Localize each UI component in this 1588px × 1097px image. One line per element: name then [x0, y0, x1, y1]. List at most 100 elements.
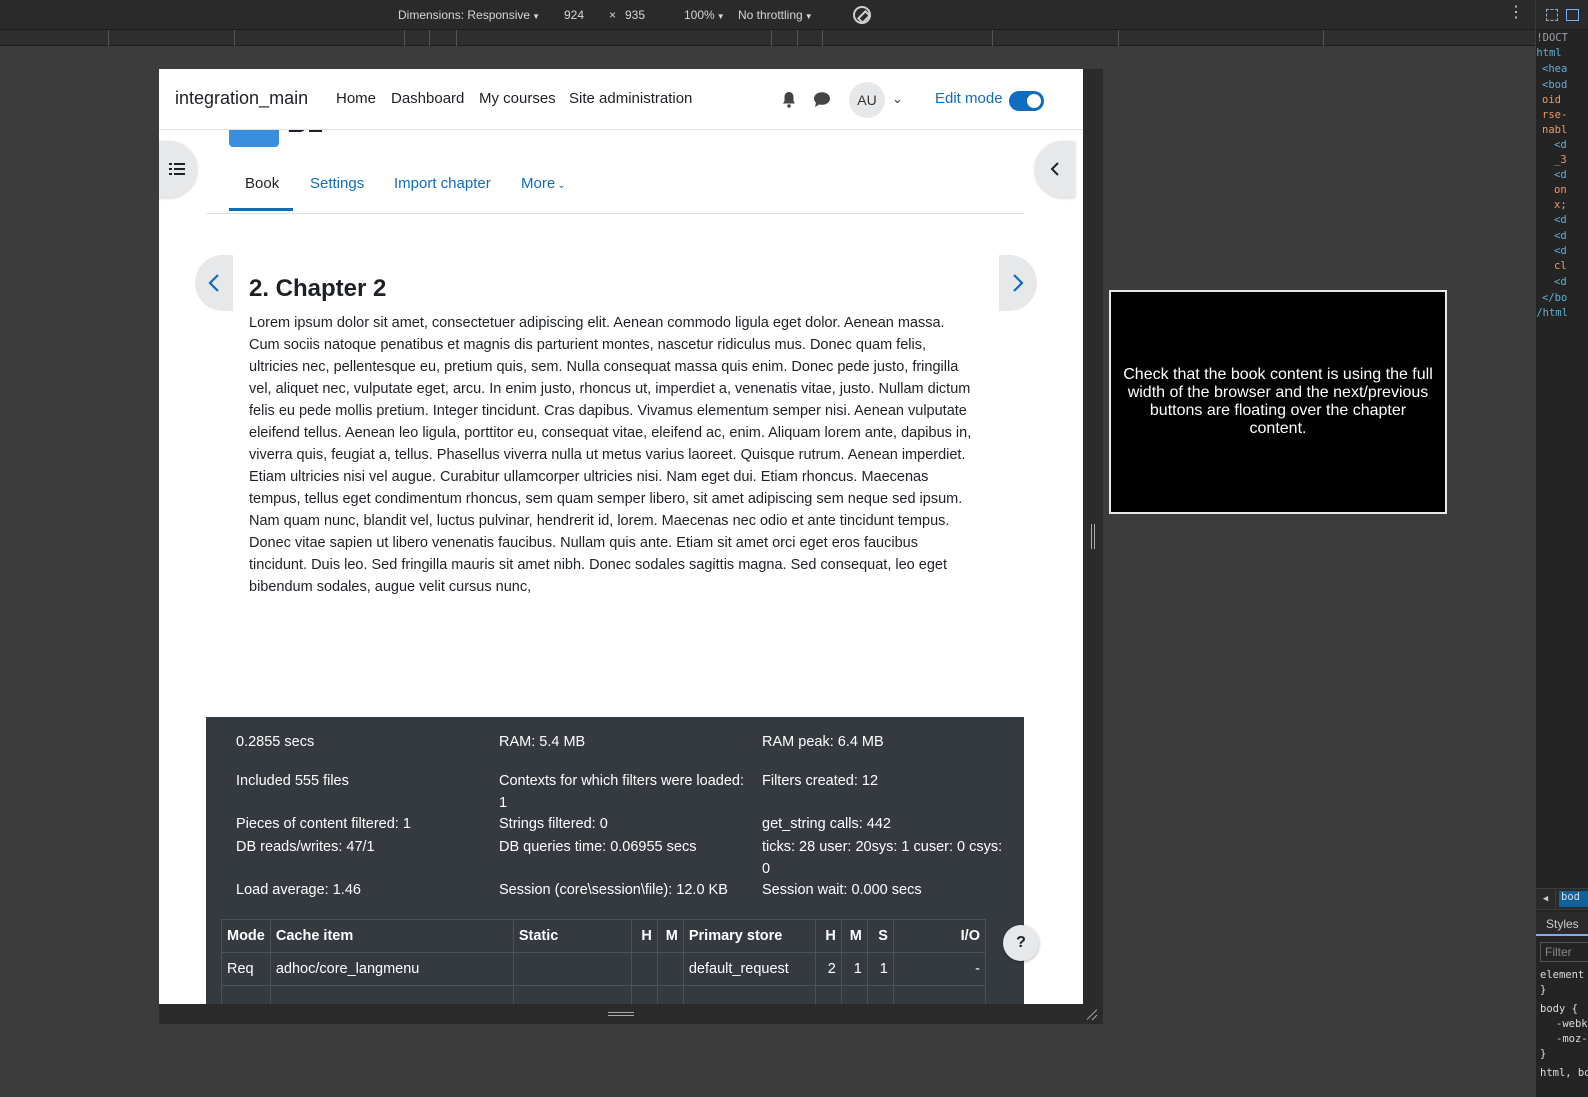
chapter-line: Lorem ipsum dolor sit amet, consectetuer…	[249, 315, 945, 331]
edit-mode-toggle[interactable]	[1009, 91, 1044, 111]
tab-import-chapter[interactable]: Import chapter	[394, 175, 491, 208]
devtools-panel-toolbar	[1536, 0, 1588, 30]
dom-node[interactable]: <d	[1554, 244, 1567, 259]
dimensions-label: Dimensions: Responsive	[398, 8, 531, 22]
col-io: I/O	[892, 919, 987, 953]
col-mode: Mode	[221, 919, 271, 953]
perf-load-average: Load average: 1.46	[236, 882, 361, 898]
previous-chapter-button[interactable]	[195, 255, 233, 311]
open-course-index-button[interactable]	[159, 141, 197, 197]
dom-attr: nabl	[1542, 124, 1568, 136]
dom-attr: on	[1554, 184, 1567, 196]
dom-node[interactable]: <!DOCT	[1536, 31, 1568, 46]
resize-corner-icon[interactable]	[1086, 1008, 1098, 1020]
dom-attr: x;	[1554, 199, 1567, 211]
dom-node[interactable]: <d	[1554, 213, 1567, 228]
more-options-icon[interactable]: ⋮	[1508, 5, 1524, 21]
caret-left-icon[interactable]: ◀	[1536, 889, 1556, 909]
throttling-label: No throttling	[738, 8, 803, 22]
tab-more[interactable]: More ⌄	[521, 175, 566, 208]
chevron-left-icon	[208, 274, 219, 292]
caret-down-icon: ▼	[532, 12, 540, 21]
top-navbar: integration_main Home Dashboard My cours…	[159, 69, 1083, 130]
dimensions-dropdown[interactable]: Dimensions: Responsive ▼	[398, 8, 540, 22]
perf-ticks: ticks: 28 user: 20sys: 1 cuser: 0 csys: …	[762, 839, 1003, 877]
styles-filter-input[interactable]: Filter	[1540, 942, 1588, 962]
dom-node[interactable]: <bod	[1542, 78, 1567, 93]
dom-node[interactable]: <d	[1554, 275, 1567, 290]
chapter-line: viverra quis, feugiat a, tellus. Phasell…	[249, 447, 966, 463]
tab-book[interactable]: Book	[229, 175, 294, 211]
style-rule-line: }	[1540, 984, 1547, 996]
tab-import-chapter-label: Import chapter	[394, 175, 491, 192]
secondary-navigation: Book Settings Import chapter More ⌄	[206, 161, 1024, 214]
chapter-line: Donec vitae sapien ut libero venenatis f…	[249, 535, 918, 551]
media-query-ruler	[0, 30, 1535, 46]
col-misses: M	[840, 919, 868, 953]
open-block-drawer-button[interactable]	[1035, 141, 1075, 197]
dom-attr: _3	[1554, 154, 1567, 166]
devtools-device-toolbar: Dimensions: Responsive ▼ 924 × 935 100% ▼ …	[0, 0, 1535, 30]
user-avatar[interactable]: AU	[849, 82, 885, 118]
throttling-dropdown[interactable]: No throttling ▼	[738, 8, 813, 22]
dom-node[interactable]: <d	[1554, 168, 1567, 183]
dom-attr: cl	[1554, 260, 1567, 272]
perf-time: 0.2855 secs	[236, 734, 315, 750]
table-row	[221, 985, 987, 1004]
chevron-down-icon[interactable]: ⌄	[892, 91, 903, 107]
style-rule-line: -webk	[1556, 1018, 1588, 1030]
rotate-icon[interactable]	[853, 6, 871, 24]
help-button[interactable]: ?	[1003, 925, 1039, 961]
zoom-dropdown[interactable]: 100% ▼	[684, 8, 725, 22]
dom-node[interactable]: </html	[1536, 306, 1568, 321]
nav-home[interactable]: Home	[336, 90, 376, 107]
perf-strings-filtered: Strings filtered: 0	[499, 816, 608, 832]
perf-db-queries-time: DB queries time: 0.06955 secs	[499, 839, 697, 855]
list-icon	[169, 163, 185, 175]
chapter-content: Lorem ipsum dolor sit amet, consectetuer…	[249, 312, 985, 598]
inspect-element-icon[interactable]	[1546, 9, 1558, 21]
cell-static	[512, 952, 632, 986]
device-toggle-icon[interactable]	[1566, 9, 1579, 21]
style-rule-line: body {	[1540, 1003, 1578, 1015]
breadcrumb-body[interactable]: bod	[1559, 891, 1588, 907]
notifications-bell-icon[interactable]	[781, 91, 797, 108]
chapter-line: Cum sociis natoque penatibus et magnis d…	[249, 337, 926, 353]
nav-my-courses[interactable]: My courses	[479, 90, 556, 107]
tab-settings-label: Settings	[310, 175, 365, 192]
height-input[interactable]: 935	[625, 8, 645, 22]
next-chapter-button[interactable]	[999, 255, 1037, 311]
col-sets: S	[866, 919, 894, 953]
instruction-text: Check that the book content is using the…	[1123, 366, 1433, 437]
perf-session-wait: Session wait: 0.000 secs	[762, 882, 922, 898]
dom-node[interactable]: <d	[1554, 138, 1567, 153]
cell-primary-store: default_request	[682, 952, 816, 986]
width-input[interactable]: 924	[564, 8, 584, 22]
tab-settings[interactable]: Settings	[310, 175, 364, 208]
cell-io: -	[892, 952, 987, 986]
dom-node[interactable]: <html	[1536, 46, 1562, 61]
tab-book-label: Book	[245, 175, 280, 192]
chapter-line: eleifend tellus. Aenean leo ligula, port…	[249, 425, 972, 441]
resize-handle-bottom[interactable]	[159, 1004, 1103, 1024]
dom-node[interactable]: <hea	[1542, 62, 1567, 77]
cell-mode: Req	[221, 952, 271, 986]
nav-dashboard[interactable]: Dashboard	[391, 90, 464, 107]
tab-styles[interactable]: Styles	[1536, 912, 1588, 936]
site-brand[interactable]: integration_main	[175, 88, 308, 109]
perf-db-reads-writes: DB reads/writes: 47/1	[236, 839, 375, 855]
times-glyph: ×	[609, 8, 617, 22]
tab-more-label: More	[521, 175, 556, 192]
dom-breadcrumb: ◀ bod	[1536, 888, 1588, 910]
resize-handle-right[interactable]	[1083, 69, 1103, 1004]
caret-down-icon: ▼	[804, 12, 813, 21]
edit-mode-label[interactable]: Edit mode	[935, 90, 1003, 107]
dom-node[interactable]: <d	[1554, 229, 1567, 244]
chapter-line: vel, aliquet nec, vulputate eget, arcu. …	[249, 381, 971, 397]
messages-chat-icon[interactable]	[813, 91, 831, 108]
cell-misses: 1	[840, 952, 868, 986]
nav-site-administration[interactable]: Site administration	[569, 90, 692, 107]
perf-session: Session (core\session\file): 12.0 KB	[499, 882, 728, 898]
col-static-hits: H	[630, 919, 658, 953]
dom-node[interactable]: </bo	[1542, 291, 1567, 306]
